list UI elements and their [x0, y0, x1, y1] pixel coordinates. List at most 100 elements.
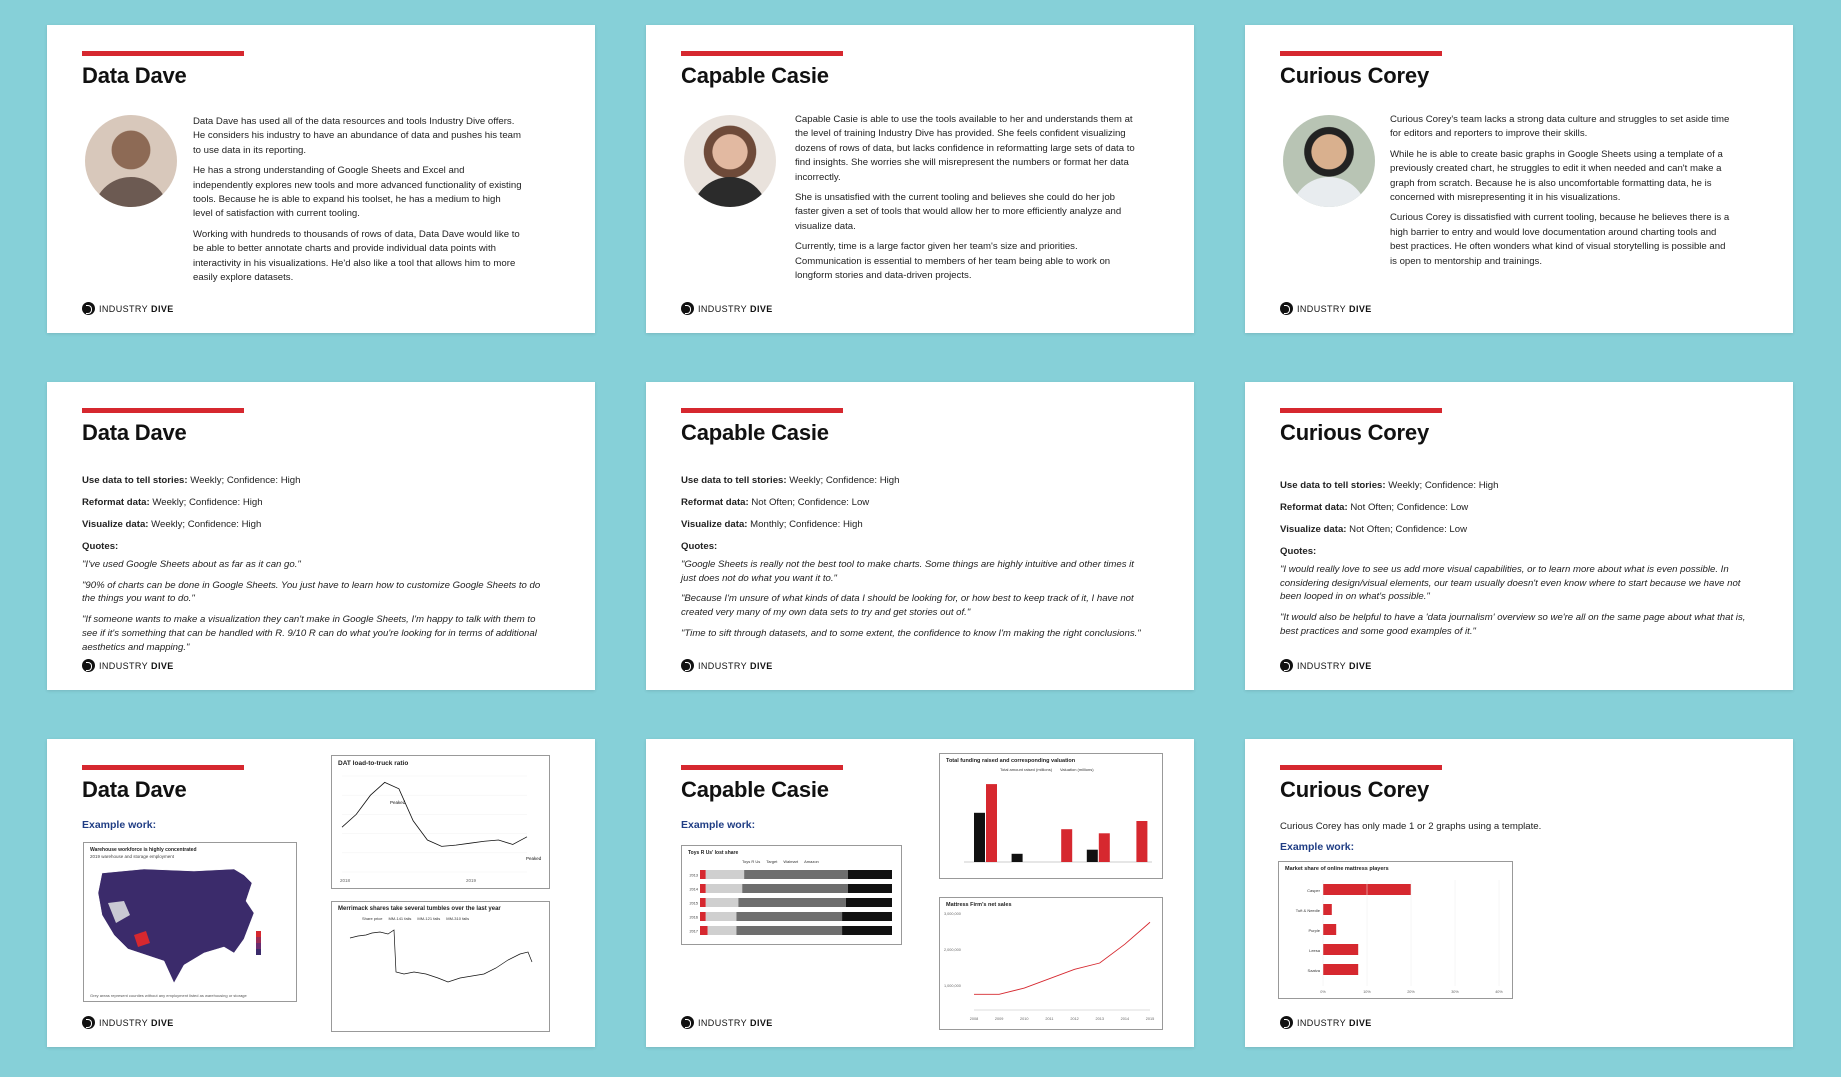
industry-dive-logo: INDUSTRY DIVE	[1280, 302, 1372, 315]
toys-stacked-segment	[744, 870, 848, 879]
share-bar	[1323, 944, 1359, 955]
avatar	[1283, 115, 1375, 207]
slide-title: Data Dave	[82, 777, 187, 802]
mattress-x-tick: 2009	[995, 1017, 1003, 1021]
slide-title: Curious Corey	[1280, 420, 1429, 445]
toys-year-label: 2013	[690, 874, 698, 878]
slide-title: Capable Casie	[681, 420, 829, 445]
quote: "Google Sheets is really not the best to…	[681, 558, 1134, 584]
funding-bar	[1011, 853, 1023, 862]
toys-stacked-segment	[705, 898, 739, 907]
example-work-label: Example work:	[681, 819, 756, 831]
funding-bar	[1086, 849, 1098, 862]
share-bar	[1323, 924, 1337, 935]
slide-capable-casie-examples: Capable Casie Example work: Toys R Us' l…	[646, 739, 1194, 1047]
dive-logo-icon	[681, 659, 694, 672]
accent-bar	[681, 51, 843, 56]
bio-paragraph: Curious Corey is dissatisfied with curre…	[1390, 212, 1730, 267]
mattress-x-tick: 2008	[970, 1017, 978, 1021]
map-legend-swatch	[256, 931, 261, 937]
accent-bar	[1280, 408, 1442, 413]
mattress-sales-figure: Mattress Firm's net sales 3,000,000 2,00…	[939, 897, 1163, 1030]
accent-bar	[82, 51, 244, 56]
bio-paragraph: Working with hundreds to thousands of ro…	[193, 228, 520, 283]
toys-stacked-segment	[845, 898, 892, 907]
share-bar	[1323, 964, 1359, 975]
toys-stacked-segment	[736, 912, 843, 921]
mattress-x-tick: 2010	[1020, 1017, 1028, 1021]
toys-stacked-segment	[700, 912, 706, 921]
stat-row: Reformat data: Weekly; Confidence: High	[82, 496, 263, 508]
dat-x-tick: 2019	[466, 878, 477, 883]
slide-curious-corey-examples: Curious Corey Curious Corey has only mad…	[1245, 739, 1793, 1047]
stat-row: Reformat data: Not Often; Confidence: Lo…	[681, 496, 870, 508]
stat-row: Visualize data: Monthly; Confidence: Hig…	[681, 518, 863, 530]
stat-row: Use data to tell stories: Weekly; Confid…	[82, 475, 301, 486]
quotes-label: Quotes:	[82, 540, 119, 552]
toys-stacked-segment	[842, 926, 892, 935]
funding-bar	[1061, 829, 1073, 862]
mattress-x-tick: 2015	[1146, 1017, 1154, 1021]
slide-curious-corey-usage: Curious Corey Use data to tell stories: …	[1245, 382, 1793, 690]
accent-bar	[1280, 51, 1442, 56]
dive-logo-icon	[82, 1016, 95, 1029]
funding-bar	[1098, 833, 1110, 862]
share-price-line	[349, 929, 533, 983]
dat-end-annotation: Peaked	[526, 856, 542, 861]
merrimack-line-chart	[349, 929, 533, 983]
quote: "90% of charts can be done in Google She…	[82, 579, 541, 605]
share-x-tick: 40%	[1495, 990, 1503, 994]
toys-stacked-segment	[738, 898, 846, 907]
quote: "If someone wants to make a visualizatio…	[82, 614, 537, 654]
industry-dive-logo: INDUSTRY DIVE	[681, 659, 773, 672]
slide-capable-casie-bio: Capable Casie Capable Casie is able to u…	[646, 25, 1194, 333]
example-work-label: Example work:	[82, 819, 157, 831]
stat-row: Use data to tell stories: Weekly; Confid…	[681, 475, 900, 486]
slide-data-dave-usage: Data Dave Use data to tell stories: Week…	[47, 382, 595, 690]
accent-bar	[82, 765, 244, 770]
dive-logo-icon	[681, 302, 694, 315]
bio-paragraph: Currently, time is a large factor given …	[795, 241, 1111, 281]
stat-row: Reformat data: Not Often; Confidence: Lo…	[1280, 501, 1469, 513]
share-x-tick: 20%	[1407, 990, 1415, 994]
industry-dive-logo: INDUSTRY DIVE	[681, 302, 773, 315]
accent-bar	[1280, 765, 1442, 770]
slide-curious-corey-bio: Curious Corey Curious Corey's team lacks…	[1245, 25, 1793, 333]
share-x-tick: 30%	[1451, 990, 1459, 994]
slide-title: Data Dave	[82, 420, 187, 445]
dat-ratio-figure: DAT load-to-truck ratio Peaked Peaked 20…	[331, 755, 550, 889]
dive-logo-icon	[82, 302, 95, 315]
share-category-label: Purple	[1308, 928, 1320, 933]
toys-stacked-segment	[705, 884, 743, 893]
dive-logo-icon	[1280, 659, 1293, 672]
market-share-figure: Market share of online mattress players …	[1278, 861, 1513, 999]
slide-capable-casie-usage: Capable Casie Use data to tell stories: …	[646, 382, 1194, 690]
toys-stacked-segment	[742, 884, 848, 893]
usage-stats: Use data to tell stories: Weekly; Confid…	[681, 474, 1151, 648]
market-share-bar-chart: Casper Tuft & Needle Purple Leesa Saatva 0% 10…	[1296, 880, 1503, 994]
toys-stacked-segment	[707, 926, 737, 935]
funding-figure: Total funding raised and corresponding v…	[939, 753, 1163, 879]
toys-year-label: 2015	[690, 902, 698, 906]
slide-title: Curious Corey	[1280, 63, 1429, 88]
funding-bar	[974, 812, 985, 862]
industry-dive-logo: INDUSTRY DIVE	[82, 1016, 174, 1029]
toys-stacked-segment	[700, 898, 706, 907]
mattress-x-tick: 2012	[1070, 1017, 1078, 1021]
toys-stacked-segment	[705, 912, 737, 921]
bio-paragraph: Capable Casie is able to use the tools a…	[795, 114, 1135, 183]
slide-data-dave-bio: Data Dave Data Dave has used all of the …	[47, 25, 595, 333]
share-x-tick: 10%	[1363, 990, 1371, 994]
slide-title: Curious Corey	[1280, 777, 1429, 802]
quote: "I've used Google Sheets about as far as…	[82, 558, 301, 570]
dat-peak-annotation: Peaked	[390, 800, 406, 805]
example-work-label: Example work:	[1280, 841, 1355, 853]
mattress-sales-line	[974, 921, 1151, 995]
toys-stacked-segment	[736, 926, 843, 935]
quote: "It would also be helpful to have a 'dat…	[1280, 612, 1746, 638]
funding-bar	[986, 784, 997, 862]
bio-text: Data Dave has used all of the data resou…	[193, 115, 523, 291]
quote: "I would really love to see us add more …	[1280, 563, 1741, 603]
avatar	[85, 115, 177, 207]
warehouse-map-figure: Warehouse workforce is highly concentrat…	[83, 842, 297, 1002]
